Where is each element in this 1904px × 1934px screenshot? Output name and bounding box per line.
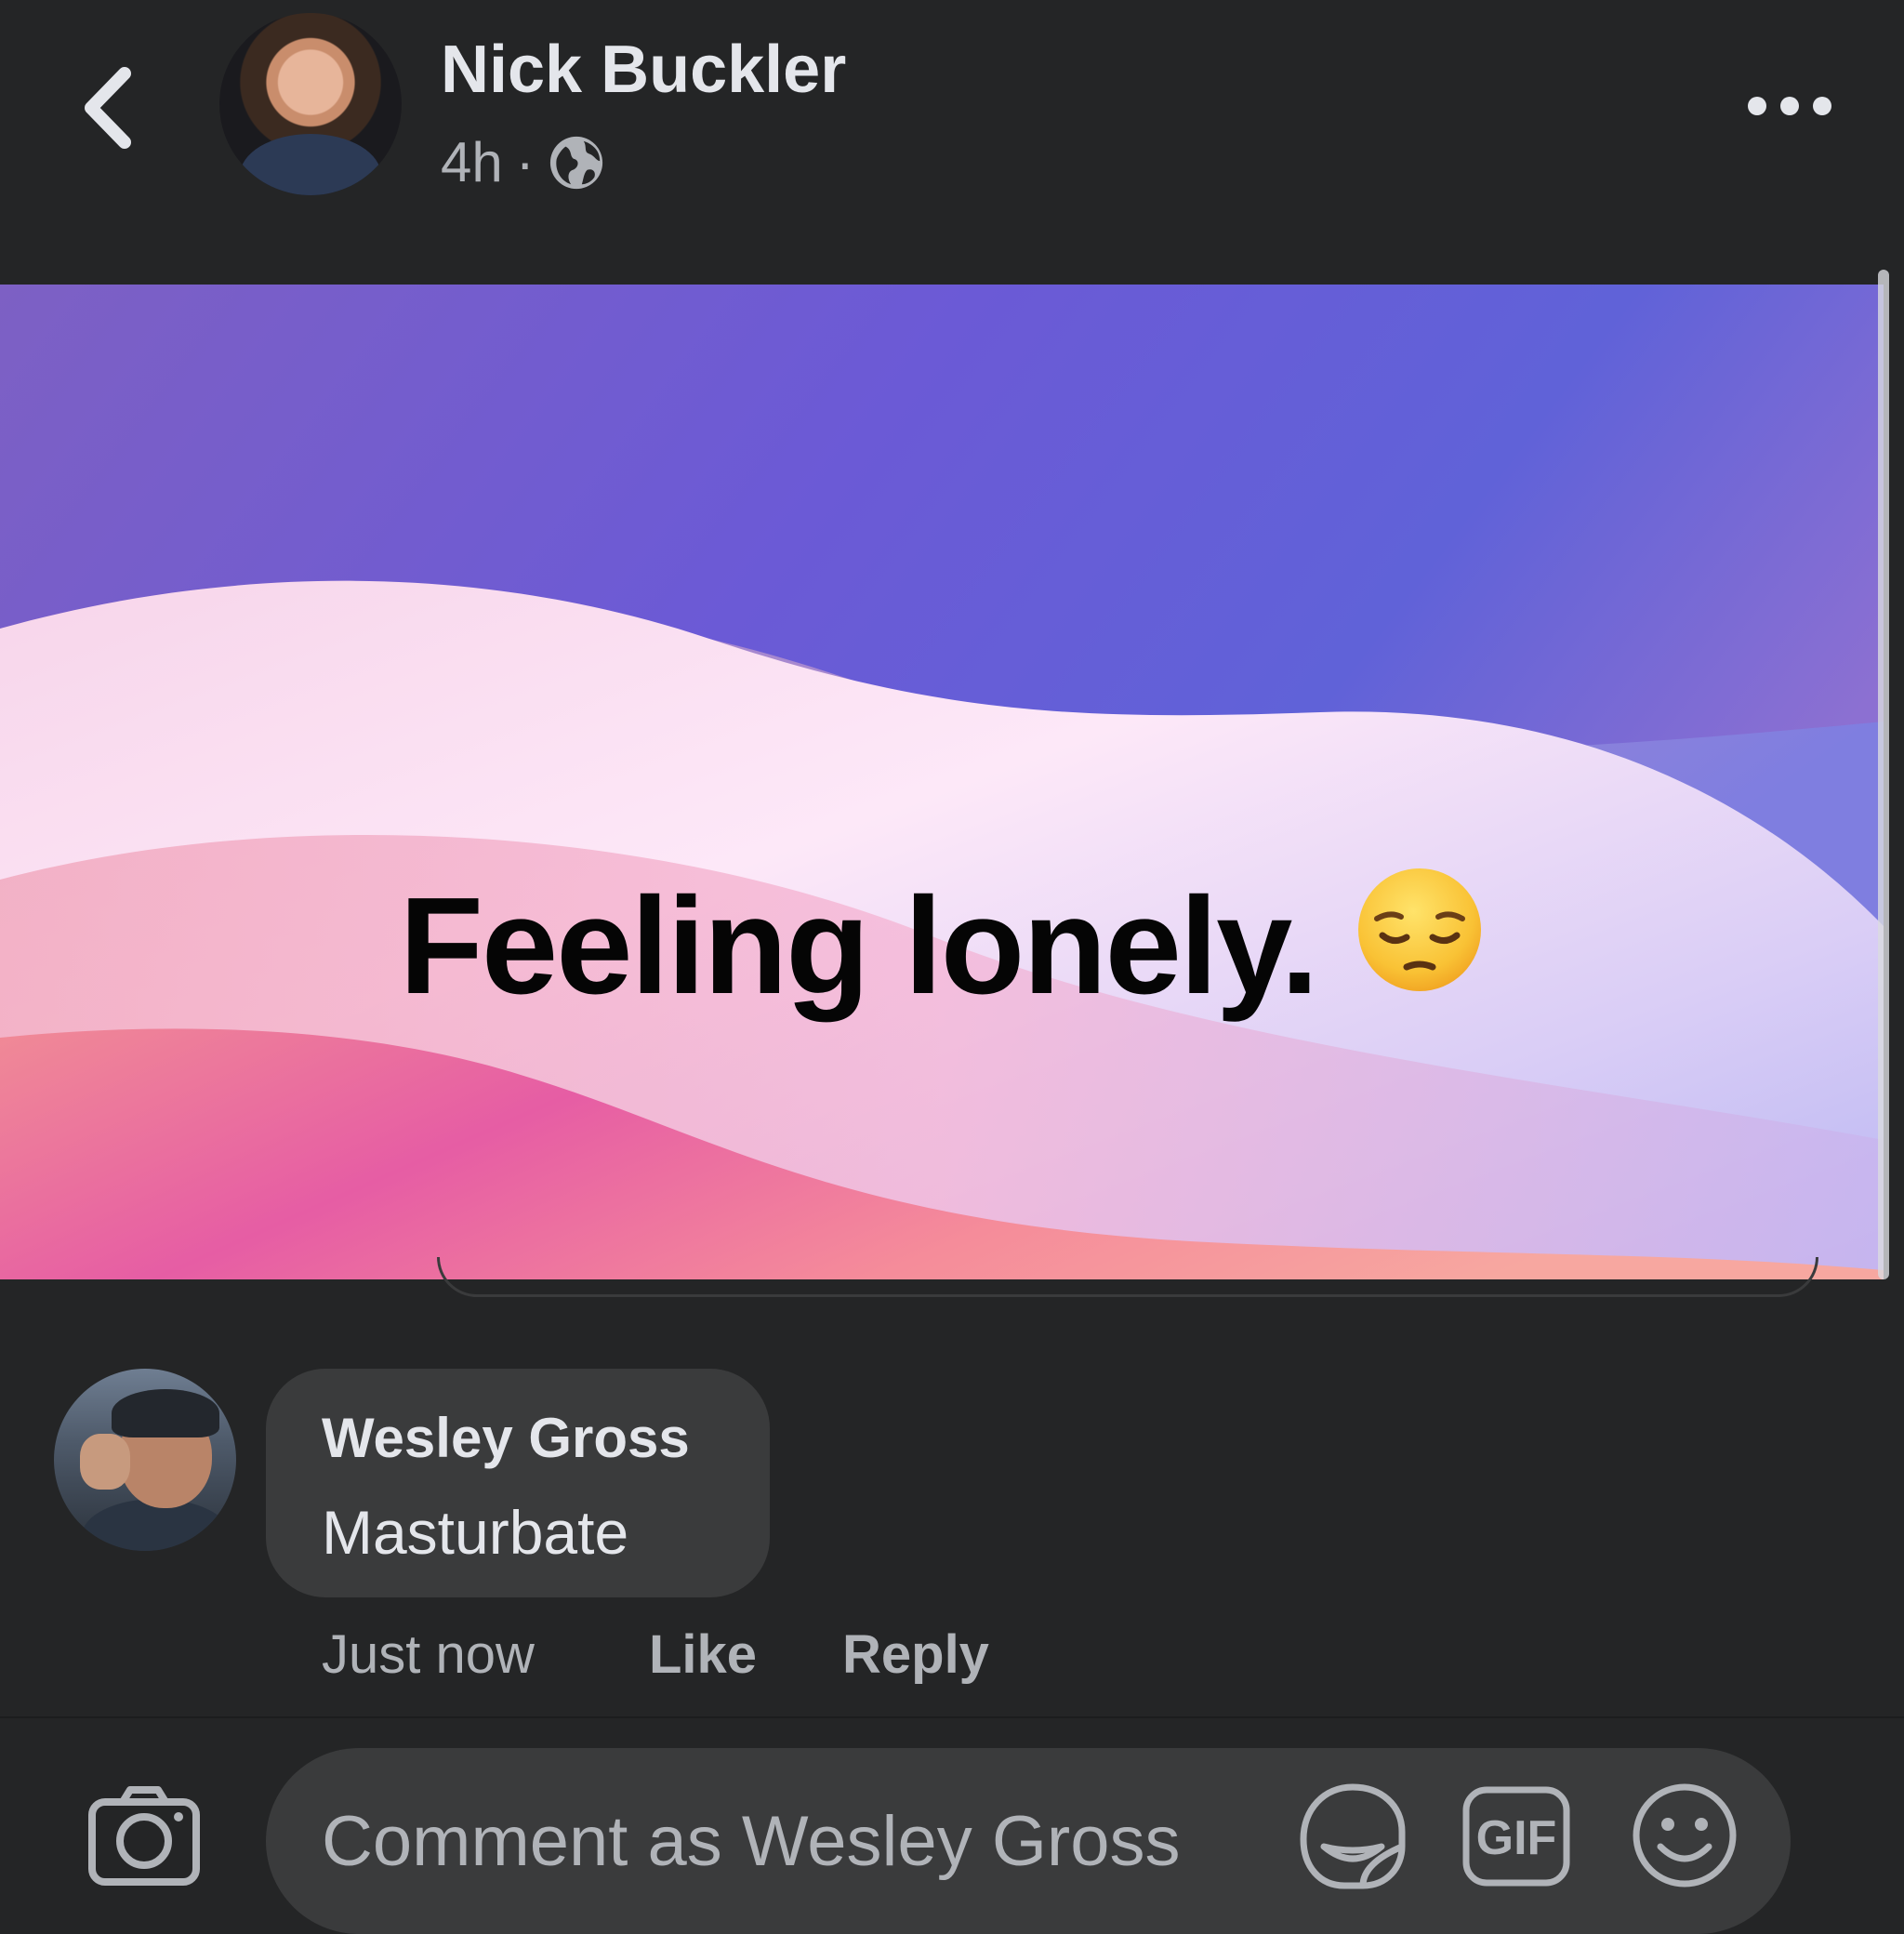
camera-button[interactable] xyxy=(87,1785,201,1888)
like-button[interactable]: Like xyxy=(649,1623,757,1686)
chevron-left-icon xyxy=(85,67,131,149)
post-divider xyxy=(437,1257,1818,1297)
emoji-button[interactable] xyxy=(1631,1782,1739,1889)
post-background[interactable] xyxy=(0,285,1884,1279)
post-time[interactable]: 4h xyxy=(441,130,503,194)
commenter-name[interactable]: Wesley Gross xyxy=(322,1406,690,1470)
sticker-button[interactable] xyxy=(1298,1782,1408,1891)
sticker-icon xyxy=(1300,1783,1406,1889)
post-text-content: Feeling lonely. xyxy=(399,868,1319,1023)
more-dot xyxy=(1813,97,1831,115)
emoji-icon xyxy=(1633,1783,1737,1888)
author-avatar[interactable] xyxy=(219,13,402,195)
post-text: Feeling lonely. xyxy=(0,865,1884,1027)
more-dot xyxy=(1780,97,1799,115)
camera-icon xyxy=(88,1786,200,1886)
commenter-avatar[interactable] xyxy=(54,1369,236,1551)
post-meta: 4h · xyxy=(441,130,605,194)
gif-button[interactable]: GIF xyxy=(1461,1785,1571,1888)
comment-text: Masturbate xyxy=(322,1498,629,1567)
post-background-art xyxy=(0,285,1884,1279)
comment-time[interactable]: Just now xyxy=(322,1623,535,1686)
more-dot xyxy=(1748,97,1766,115)
pensive-emoji-icon xyxy=(1357,868,1481,991)
gif-icon: GIF xyxy=(1462,1786,1570,1887)
author-name[interactable]: Nick Buckler xyxy=(441,32,846,108)
back-button[interactable] xyxy=(73,61,143,154)
meta-separator: · xyxy=(515,131,535,193)
gif-label: GIF xyxy=(1476,1811,1557,1865)
pensive-face-emoji xyxy=(1355,865,1485,1027)
globe-icon[interactable] xyxy=(548,134,605,192)
scrollbar[interactable] xyxy=(1878,270,1889,1279)
avatar-shirt xyxy=(240,134,381,195)
avatar-cap xyxy=(112,1389,219,1437)
more-options-button[interactable] xyxy=(1748,87,1831,125)
avatar-fist xyxy=(80,1434,130,1490)
reply-button[interactable]: Reply xyxy=(842,1623,989,1686)
